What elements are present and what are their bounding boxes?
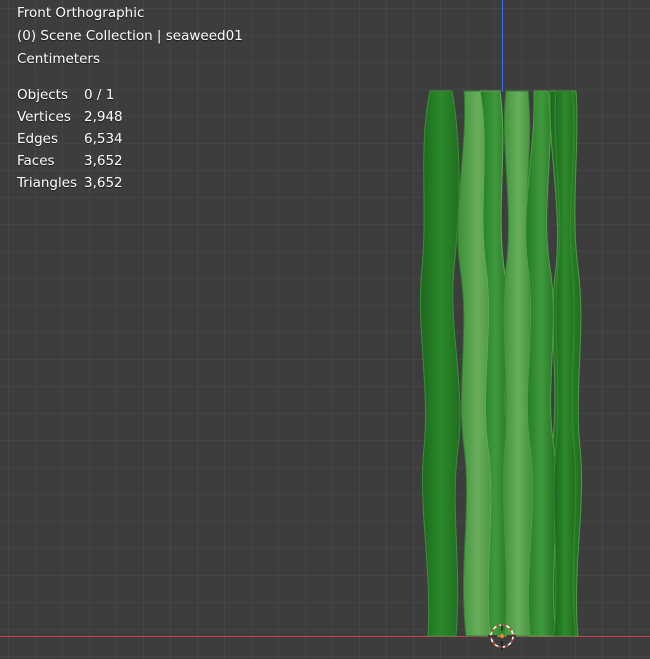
stat-label: Objects: [17, 87, 69, 103]
view-title: Front Orthographic: [17, 5, 145, 21]
seaweed-blade: [525, 90, 558, 637]
stat-label: Faces: [17, 153, 55, 169]
3d-viewport[interactable]: Front Orthographic (0) Scene Collection …: [0, 0, 650, 659]
stat-label: Edges: [17, 131, 59, 147]
seaweed-blade: [553, 90, 577, 637]
units-label: Centimeters: [17, 51, 100, 67]
seaweed-mesh[interactable]: [410, 88, 590, 640]
stat-value: 6,534: [84, 131, 123, 147]
3d-cursor-icon[interactable]: [488, 622, 516, 652]
stat-value: 0 / 1: [84, 87, 115, 103]
collection-info: (0) Scene Collection | seaweed01: [17, 28, 243, 44]
z-axis-line: [502, 0, 503, 92]
stat-value: 3,652: [84, 175, 123, 191]
stat-label: Triangles: [17, 175, 78, 191]
stat-value: 3,652: [84, 153, 123, 169]
stat-label: Vertices: [17, 109, 71, 125]
seaweed-blade: [420, 90, 461, 637]
stat-value: 2,948: [84, 109, 123, 125]
